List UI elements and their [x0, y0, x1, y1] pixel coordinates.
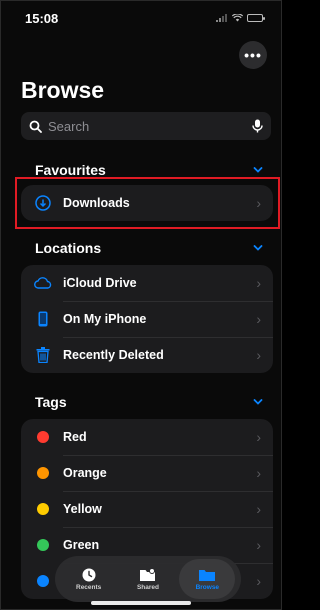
- shared-folder-icon: [139, 567, 155, 581]
- locations-list: iCloud Drive › On My iPhone › Recently D…: [21, 265, 273, 373]
- chevron-right-icon: ›: [256, 195, 261, 211]
- tags-header[interactable]: Tags: [35, 394, 263, 410]
- list-item-icloud-drive[interactable]: iCloud Drive ›: [21, 265, 273, 301]
- list-item-label: Green: [63, 538, 100, 552]
- tab-label: Shared: [136, 583, 159, 591]
- list-item-downloads[interactable]: Downloads ›: [21, 185, 273, 221]
- chevron-right-icon: ›: [256, 311, 261, 327]
- battery-icon: [247, 14, 265, 22]
- phone-icon: [33, 311, 53, 327]
- tag-orange[interactable]: Orange ›: [21, 455, 273, 491]
- list-item-label: Red: [63, 430, 87, 444]
- download-icon: [33, 195, 53, 211]
- tab-browse[interactable]: Browse: [179, 559, 236, 599]
- trash-icon: [33, 347, 53, 363]
- status-icons: [216, 14, 265, 22]
- status-time: 15:08: [25, 10, 59, 26]
- search-bar[interactable]: [21, 112, 271, 140]
- status-bar: 15:08: [1, 1, 281, 35]
- chevron-right-icon: ›: [256, 429, 261, 445]
- signal-icon: [216, 14, 227, 22]
- microphone-icon[interactable]: [252, 119, 263, 133]
- cloud-icon: [33, 277, 53, 289]
- chevron-right-icon: ›: [256, 537, 261, 553]
- list-item-label: Orange: [63, 466, 107, 480]
- favourites-title: Favourites: [35, 162, 106, 178]
- orange-dot-icon: [37, 467, 49, 479]
- tags-title: Tags: [35, 394, 67, 410]
- list-item-label: iCloud Drive: [63, 276, 137, 290]
- chevron-right-icon: ›: [256, 275, 261, 291]
- chevron-right-icon: ›: [256, 573, 261, 589]
- tag-red[interactable]: Red ›: [21, 419, 273, 455]
- list-item-label: On My iPhone: [63, 312, 147, 326]
- chevron-down-icon[interactable]: [253, 165, 263, 175]
- blue-dot-icon: [37, 575, 49, 587]
- favourites-header[interactable]: Favourites: [35, 162, 263, 178]
- list-item-label: Yellow: [63, 502, 102, 516]
- locations-header[interactable]: Locations: [35, 240, 263, 256]
- search-icon: [29, 120, 42, 133]
- search-input[interactable]: [48, 118, 246, 134]
- ellipsis-icon: •••: [244, 47, 262, 63]
- tab-label: Browse: [195, 583, 220, 591]
- folder-icon: [199, 569, 216, 581]
- red-dot-icon: [37, 431, 49, 443]
- list-item-recently-deleted[interactable]: Recently Deleted ›: [21, 337, 273, 373]
- home-indicator: [91, 601, 191, 605]
- green-dot-icon: [37, 539, 49, 551]
- list-item-label: Recently Deleted: [63, 348, 164, 362]
- tab-shared[interactable]: Shared: [120, 559, 176, 599]
- list-item-on-my-iphone[interactable]: On My iPhone ›: [21, 301, 273, 337]
- yellow-dot-icon: [37, 503, 49, 515]
- tab-recents[interactable]: Recents: [61, 559, 117, 599]
- tab-label: Recents: [76, 583, 102, 591]
- tab-bar: Recents Shared Browse: [55, 556, 241, 602]
- files-app-screen: 15:08 ••• Browse Search Favourites Downl…: [0, 0, 282, 610]
- favourites-list: Downloads ›: [21, 185, 273, 221]
- page-title: Browse: [21, 77, 105, 103]
- list-item-label: Downloads: [63, 196, 130, 210]
- chevron-down-icon[interactable]: [253, 243, 263, 253]
- chevron-right-icon: ›: [256, 501, 261, 517]
- more-options-button[interactable]: •••: [239, 41, 267, 69]
- locations-title: Locations: [35, 240, 102, 256]
- chevron-down-icon[interactable]: [253, 397, 263, 407]
- tag-yellow[interactable]: Yellow ›: [21, 491, 273, 527]
- chevron-right-icon: ›: [256, 347, 261, 363]
- clock-icon: [82, 568, 96, 581]
- wifi-icon: [232, 14, 243, 22]
- chevron-right-icon: ›: [256, 465, 261, 481]
